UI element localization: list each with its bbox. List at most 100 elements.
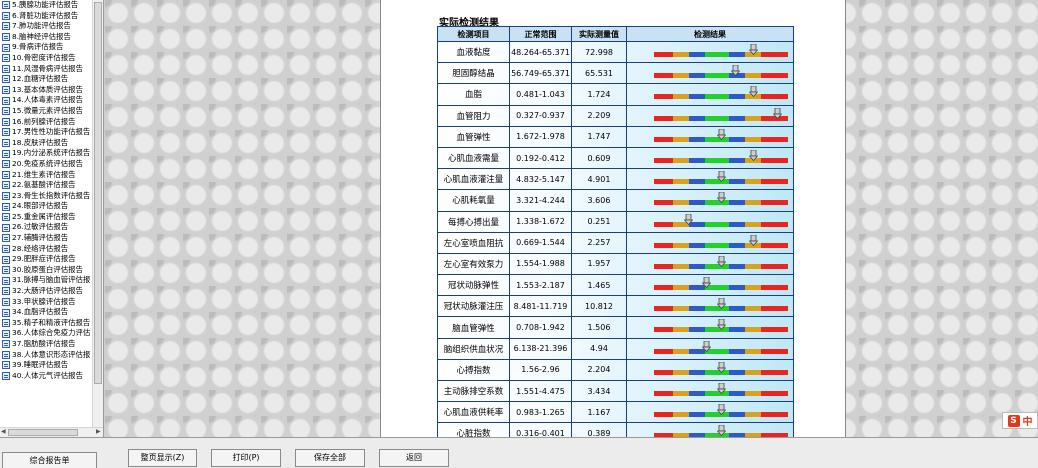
tree-item[interactable]: 32.大肠评估评估报告 <box>0 286 92 297</box>
summary-report-button[interactable]: 综合报告单 <box>2 452 97 468</box>
gauge-segment <box>745 306 762 312</box>
gauge-segment <box>745 412 762 418</box>
tree-item[interactable]: 17.男性性功能评估报告 <box>0 127 92 138</box>
tree-item[interactable]: 5.胰腺功能评估报告 <box>0 0 92 11</box>
tree-item-label: 29.肥胖症评估报告 <box>12 254 76 264</box>
tree-item[interactable]: 29.肥胖症评估报告 <box>0 254 92 265</box>
measured-value-cell: 1.506 <box>571 316 627 339</box>
gauge-segment <box>745 115 762 121</box>
gauge-segment <box>729 306 746 312</box>
tree-horizontal-scrollbar[interactable]: ◀ ▶ <box>0 427 103 437</box>
measured-value-cell: 3.606 <box>571 189 627 212</box>
table-row: 血管阻力 0.327-0.937 2.209 <box>437 104 794 127</box>
tree-item[interactable]: 38.人体意识形态评估报 <box>0 350 92 361</box>
tree-item[interactable]: 8.脑神经评估报告 <box>0 32 92 43</box>
tree-item[interactable]: 9.骨病评估报告 <box>0 42 92 53</box>
tree-item[interactable]: 36.人体综合免疫力评估 <box>0 328 92 339</box>
document-icon <box>2 11 10 20</box>
print-button[interactable]: 打印(P) <box>211 449 281 467</box>
tree-item[interactable]: 14.人体毒素评估报告 <box>0 95 92 106</box>
results-table-header: 检测项目 正常范围 实际测量值 检测结果 <box>437 26 794 42</box>
gauge-segment <box>704 115 730 121</box>
result-gauge-cell <box>626 337 794 360</box>
item-name-cell: 心肌血液需量 <box>437 146 510 170</box>
save-all-button[interactable]: 保存全部 <box>295 449 365 467</box>
scroll-right-arrow-icon[interactable]: ▶ <box>96 428 101 436</box>
tree-item-label: 37.脂肪酸评估报告 <box>12 339 76 348</box>
gauge-segment <box>688 73 705 79</box>
tree-item[interactable]: 24.眼部评估报告 <box>0 201 92 212</box>
result-gauge-cell <box>626 146 794 170</box>
table-row: 心肌血液供耗率 0.983-1.265 1.167 <box>437 401 794 424</box>
tree-item[interactable]: 33.甲状腺评估报告 <box>0 297 92 308</box>
gauge-segment <box>761 369 788 375</box>
tree-vertical-scrollbar[interactable] <box>92 0 103 427</box>
tree-item[interactable]: 18.皮肤评估报告 <box>0 138 92 149</box>
tree-item-label: 21.维生素评估报告 <box>12 169 76 179</box>
item-name-cell: 脑血管弹性 <box>437 316 510 339</box>
report-page: 实际检测结果 检测项目 正常范围 实际测量值 检测结果 血液黏度 48.264-6… <box>380 0 846 466</box>
gauge-segment <box>729 327 746 333</box>
result-gauge-cell <box>626 379 794 403</box>
input-method-indicator[interactable]: S 中 <box>1002 412 1038 429</box>
gauge-segment <box>729 94 746 100</box>
tree-item[interactable]: 39.睡眠评估报告 <box>0 360 92 371</box>
tree-item[interactable]: 15.微量元素评估报告 <box>0 106 92 117</box>
tree-item[interactable]: 26.过敏评估报告 <box>0 222 92 233</box>
measured-value-cell: 0.251 <box>571 210 627 233</box>
tree-item[interactable]: 31.脉搏与脑血管评估报 <box>0 275 92 286</box>
gauge-segment <box>745 391 762 396</box>
gauge-segment <box>654 348 673 354</box>
result-gauge-cell <box>626 40 794 64</box>
tree-item[interactable]: 37.脂肪酸评估报告 <box>0 339 92 350</box>
back-button[interactable]: 返回 <box>379 449 449 467</box>
item-name-cell: 每搏心搏出量 <box>437 210 510 233</box>
tree-item[interactable]: 22.氨基酸评估报告 <box>0 180 92 191</box>
table-row: 脑血管弹性 0.708-1.942 1.506 <box>437 316 794 339</box>
gauge-marker-arrow-icon <box>716 171 726 183</box>
tree-item[interactable]: 11.风湿骨病评估报告 <box>0 64 92 75</box>
tree-horizontal-scroll-thumb[interactable] <box>8 429 78 436</box>
results-table: 检测项目 正常范围 实际测量值 检测结果 血液黏度 48.264-65.371 72… <box>437 26 794 466</box>
tree-item[interactable]: 13.基本体质评估报告 <box>0 85 92 96</box>
tree-item[interactable]: 16.前列腺评估报告 <box>0 117 92 128</box>
result-gauge-cell <box>626 189 794 212</box>
table-row: 每搏心搏出量 1.338-1.672 0.251 <box>437 210 794 233</box>
tree-vertical-scroll-thumb[interactable] <box>94 2 102 384</box>
tree-item[interactable]: 28.经络评估报告 <box>0 244 92 255</box>
tree-item[interactable]: 25.重金属评估报告 <box>0 212 92 223</box>
result-gauge-bar <box>654 94 788 100</box>
tree-item[interactable]: 12.血糖评估报告 <box>0 74 92 85</box>
gauge-marker-arrow-icon <box>716 404 726 416</box>
tree-item[interactable]: 34.血脂评估报告 <box>0 307 92 318</box>
gauge-segment <box>761 242 788 248</box>
scroll-left-arrow-icon[interactable]: ◀ <box>1 428 6 436</box>
tree-item[interactable]: 6.肾脏功能评估报告 <box>0 11 92 22</box>
gauge-segment <box>672 52 689 57</box>
tree-item[interactable]: 21.维生素评估报告 <box>0 170 92 181</box>
item-name-cell: 血液黏度 <box>437 40 510 64</box>
gauge-segment <box>654 369 673 375</box>
tree-item-label: 26.过敏评估报告 <box>12 222 69 232</box>
tree-item[interactable]: 19.内分泌系统评估报告 <box>0 148 92 159</box>
gauge-segment <box>745 136 762 142</box>
normal-range-cell: 0.669-1.544 <box>509 231 572 254</box>
tree-item[interactable]: 10.骨密度评估报告 <box>0 53 92 64</box>
page-view-button[interactable]: 整页显示(Z) <box>128 449 197 467</box>
document-icon <box>2 223 10 232</box>
gauge-segment <box>654 242 673 248</box>
tree-item[interactable]: 20.免疫系统评估报告 <box>0 159 92 170</box>
tree-item[interactable]: 27.辅酶评估报告 <box>0 233 92 244</box>
table-row: 心肌血液需量 0.192-0.412 0.609 <box>437 146 794 170</box>
gauge-segment <box>688 412 705 418</box>
gauge-segment <box>729 391 746 396</box>
tree-item[interactable]: 30.胶原蛋白评估报告 <box>0 265 92 276</box>
tree-item[interactable]: 23.骨生长指数评估报告 <box>0 191 92 202</box>
tree-item[interactable]: 40.人体元气评估报告 <box>0 371 92 382</box>
result-gauge-cell <box>626 231 794 254</box>
document-icon <box>2 128 10 137</box>
tree-item[interactable]: 7.肺功能评估报告 <box>0 21 92 32</box>
tree-item-label: 20.免疫系统评估报告 <box>12 158 83 168</box>
tree-item[interactable]: 35.精子和精液评估报告 <box>0 318 92 329</box>
gauge-segment <box>745 348 762 354</box>
